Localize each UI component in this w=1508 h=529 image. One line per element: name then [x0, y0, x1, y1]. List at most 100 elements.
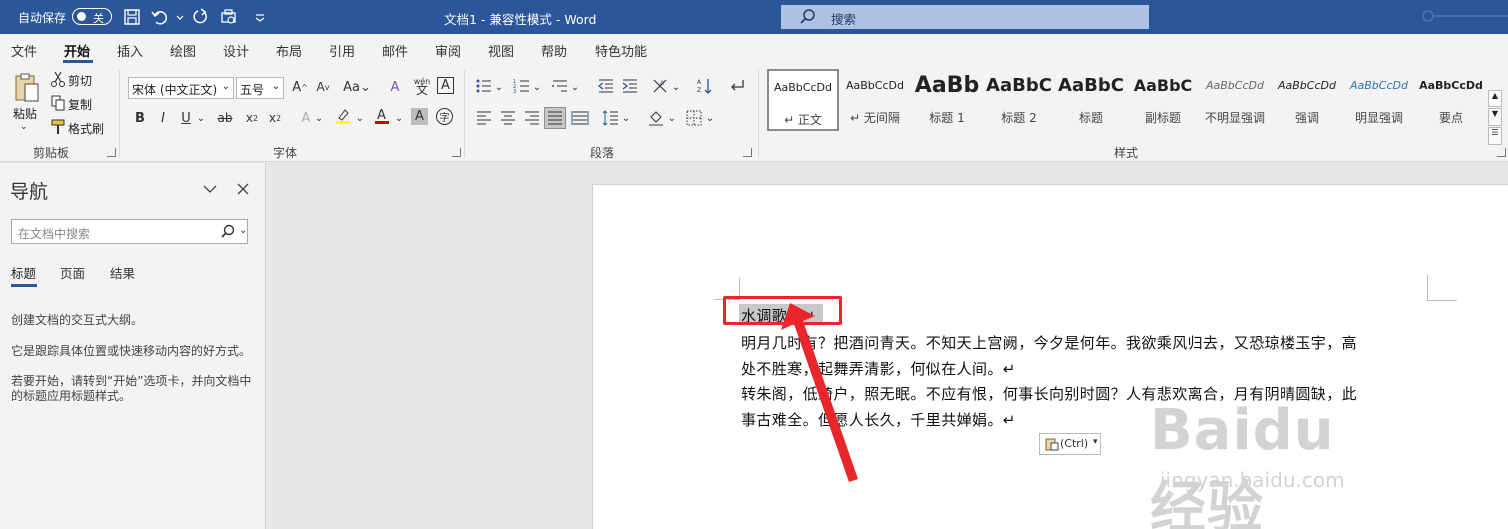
decrease-indent-icon[interactable] — [596, 76, 616, 96]
character-border-icon[interactable]: A — [437, 77, 454, 94]
customize-qat-icon[interactable] — [250, 7, 265, 27]
gallery-more-icon[interactable]: ☰ — [1488, 127, 1502, 145]
grow-font-icon[interactable]: A ^ — [290, 77, 310, 97]
line-spacing-dropdown-icon[interactable]: ⌄ — [620, 108, 632, 128]
style-strong[interactable]: AaBbCcDd 要点 — [1415, 69, 1487, 131]
cut-button[interactable]: 剪切 — [68, 72, 92, 89]
text-effects-dropdown-icon[interactable]: ⌄ — [313, 108, 325, 128]
font-name-combo[interactable]: 宋体 (中文正文) ⌄ — [128, 77, 234, 99]
tab-design[interactable]: 设计 — [223, 41, 249, 60]
clear-formatting-icon[interactable]: A — [385, 77, 405, 97]
styles-launcher-icon[interactable] — [1497, 148, 1506, 157]
nav-tab-headings[interactable]: 标题 — [11, 263, 36, 282]
align-left-icon[interactable] — [474, 108, 494, 128]
sort-icon[interactable]: AZ — [695, 76, 715, 96]
nav-search-input[interactable]: 在文档中搜索 ⌄ — [11, 219, 248, 244]
shrink-font-icon[interactable]: Av — [313, 77, 333, 97]
tab-home[interactable]: 开始 — [64, 41, 90, 60]
font-color-dropdown-icon[interactable]: ⌄ — [393, 108, 405, 128]
strikethrough-icon[interactable]: ab — [215, 108, 235, 128]
copy-button[interactable]: 复制 — [68, 96, 92, 113]
style-heading-1[interactable]: AaBb 标题 1 — [911, 69, 983, 131]
style-heading-2[interactable]: AaBbC 标题 2 — [983, 69, 1055, 131]
clipboard-launcher-icon[interactable] — [107, 148, 116, 157]
paste-options-button[interactable]: (Ctrl) ▾ — [1039, 433, 1101, 455]
show-marks-icon[interactable] — [727, 76, 747, 96]
copy-icon[interactable] — [50, 94, 66, 112]
line-spacing-icon[interactable] — [601, 108, 621, 128]
numbering-icon[interactable]: 123 — [512, 76, 532, 96]
tab-references[interactable]: 引用 — [329, 41, 355, 60]
undo-dropdown-icon[interactable] — [170, 7, 184, 27]
tab-view[interactable]: 视图 — [488, 41, 514, 60]
nav-tab-results[interactable]: 结果 — [110, 263, 135, 282]
borders-dropdown-icon[interactable]: ⌄ — [704, 108, 716, 128]
increase-indent-icon[interactable] — [620, 76, 640, 96]
font-color-icon[interactable]: A — [372, 106, 392, 126]
tab-special-features[interactable]: 特色功能 — [595, 41, 647, 60]
font-launcher-icon[interactable] — [452, 148, 461, 157]
tab-layout[interactable]: 布局 — [276, 41, 302, 60]
close-icon[interactable] — [235, 181, 251, 197]
chinese-layout-icon[interactable]: A — [650, 76, 670, 96]
underline-icon[interactable]: U — [176, 108, 196, 128]
doc-paragraph-line[interactable]: 事古难全。但愿人长久，千里共婵娟。↵ — [741, 409, 1016, 430]
superscript-icon[interactable]: x2 — [265, 108, 285, 128]
borders-icon[interactable] — [684, 108, 704, 128]
character-shading-icon[interactable]: A — [411, 108, 428, 125]
style-subtitle[interactable]: AaBbC 副标题 — [1127, 69, 1199, 131]
paste-dropdown-icon[interactable]: ⌄ — [20, 122, 28, 132]
style-intense-emphasis[interactable]: AaBbCcDd 明显强调 — [1343, 69, 1415, 131]
subscript-icon[interactable]: x2 — [242, 108, 262, 128]
nav-tab-pages[interactable]: 页面 — [60, 263, 85, 282]
enclose-characters-icon[interactable]: 字 — [436, 108, 453, 125]
search-box[interactable]: 搜索 — [781, 5, 1149, 29]
shading-icon[interactable] — [646, 108, 666, 128]
tab-help[interactable]: 帮助 — [541, 41, 567, 60]
save-icon[interactable] — [122, 7, 142, 27]
style-no-spacing[interactable]: AaBbCcDd ↵ 无间隔 — [839, 69, 911, 131]
style-emphasis[interactable]: AaBbCcDd 强调 — [1271, 69, 1343, 131]
undo-icon[interactable] — [150, 7, 170, 27]
align-center-icon[interactable] — [498, 108, 518, 128]
phonetic-guide-icon[interactable]: wén 文 — [412, 76, 432, 97]
highlight-icon[interactable] — [333, 106, 353, 126]
italic-icon[interactable]: I — [153, 108, 173, 128]
bullets-icon[interactable] — [474, 76, 494, 96]
shading-dropdown-icon[interactable]: ⌄ — [666, 108, 678, 128]
justify-icon[interactable] — [544, 107, 566, 129]
multilevel-list-icon[interactable] — [550, 76, 570, 96]
paste-button[interactable]: 粘贴 — [13, 105, 37, 122]
highlight-dropdown-icon[interactable]: ⌄ — [354, 108, 366, 128]
bold-icon[interactable]: B — [130, 108, 150, 128]
tab-review[interactable]: 审阅 — [435, 41, 461, 60]
search-icon[interactable] — [220, 224, 236, 240]
doc-paragraph-line[interactable]: 明月几时有？把酒问青天。不知天上宫阙，今夕是何年。我欲乘风归去，又恐琼楼玉宇，高 — [741, 332, 1357, 353]
gallery-scroll-up-icon[interactable]: ▲ — [1488, 90, 1502, 107]
tab-draw[interactable]: 绘图 — [170, 41, 196, 60]
gallery-scroll-down-icon[interactable]: ▼ — [1488, 108, 1502, 126]
underline-dropdown-icon[interactable]: ⌄ — [195, 108, 207, 128]
chevron-down-icon[interactable] — [202, 181, 218, 197]
bullets-dropdown-icon[interactable]: ⌄ — [493, 77, 505, 97]
font-size-combo[interactable]: 五号 ⌄ — [236, 77, 284, 99]
chevron-down-icon[interactable]: ⌄ — [239, 225, 247, 236]
tab-insert[interactable]: 插入 — [117, 41, 143, 60]
align-right-icon[interactable] — [522, 108, 542, 128]
numbering-dropdown-icon[interactable]: ⌄ — [531, 77, 543, 97]
paragraph-launcher-icon[interactable] — [743, 148, 752, 157]
autosave-toggle[interactable]: 关 — [72, 8, 112, 25]
document-page[interactable] — [592, 184, 1508, 529]
tab-mailings[interactable]: 邮件 — [382, 41, 408, 60]
format-painter-icon[interactable] — [50, 118, 66, 136]
scissors-icon[interactable] — [50, 70, 66, 88]
touch-mode-icon[interactable] — [219, 7, 239, 27]
chinese-layout-dropdown-icon[interactable]: ⌄ — [670, 77, 682, 97]
redo-icon[interactable] — [190, 7, 210, 27]
change-case-icon[interactable]: Aa⌄ — [340, 77, 374, 97]
style-normal[interactable]: AaBbCcDd ↵ 正文 — [767, 69, 839, 131]
distributed-icon[interactable] — [570, 108, 590, 128]
tab-file[interactable]: 文件 — [11, 41, 37, 60]
format-painter-button[interactable]: 格式刷 — [68, 120, 104, 137]
doc-paragraph-line[interactable]: 处不胜寒，起舞弄清影，何似在人间。↵ — [741, 358, 1016, 379]
